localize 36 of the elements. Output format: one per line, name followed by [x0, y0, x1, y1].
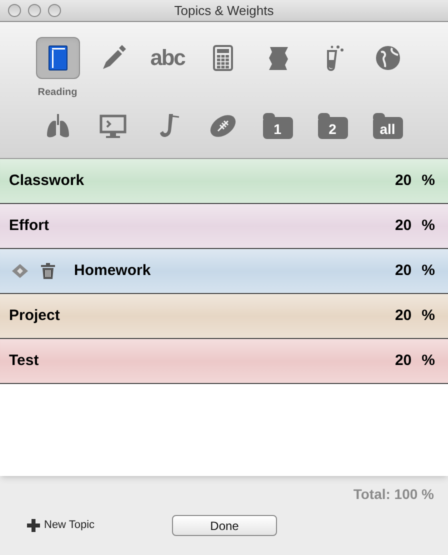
percent-unit: %	[422, 306, 435, 326]
topic-icon-button[interactable]: 2	[310, 105, 354, 147]
percent-unit: %	[422, 216, 435, 236]
topic-row[interactable]: Project 20 %	[0, 294, 448, 339]
topic-name: Homework	[74, 260, 151, 281]
new-topic-button[interactable]: New Topic	[27, 517, 147, 534]
topic-row[interactable]: Test 20 %	[0, 339, 448, 384]
window-title: Topics & Weights	[174, 2, 274, 20]
icon-label: Reading	[38, 86, 78, 100]
window-control-icon[interactable]	[8, 4, 21, 17]
window-control-icon[interactable]	[48, 4, 61, 17]
total-label: Total: 100 %	[353, 485, 434, 504]
topic-icon-button[interactable]	[36, 37, 80, 79]
trash-icon[interactable]	[41, 263, 55, 279]
topic-row[interactable]: Effort 20 %	[0, 204, 448, 249]
topic-weight: 20	[394, 170, 412, 191]
percent-unit: %	[422, 350, 435, 371]
window-control-icon[interactable]	[28, 4, 41, 17]
percent-unit: %	[422, 170, 435, 191]
topic-icon-button[interactable]: 1	[256, 105, 300, 147]
topic-name: Classwork	[9, 170, 84, 191]
topic-weight: 20	[394, 306, 412, 326]
topic-name: Test	[9, 350, 39, 371]
topic-weight: 20	[394, 216, 412, 236]
topic-name: Project	[9, 306, 60, 326]
plus-icon	[27, 519, 40, 532]
topic-weight: 20	[394, 260, 412, 281]
done-button[interactable]: Done	[172, 515, 277, 536]
topic-row[interactable]: Homework 20 %	[0, 249, 448, 294]
topic-name: Effort	[9, 216, 49, 236]
topic-weight: 20	[394, 350, 412, 371]
topic-row[interactable]: Classwork 20 %	[0, 159, 448, 204]
topic-icon-button[interactable]: all	[366, 105, 410, 147]
topic-icon-button[interactable]: abc	[146, 37, 190, 79]
percent-unit: %	[422, 260, 435, 281]
letters-icon: abc	[150, 43, 185, 73]
